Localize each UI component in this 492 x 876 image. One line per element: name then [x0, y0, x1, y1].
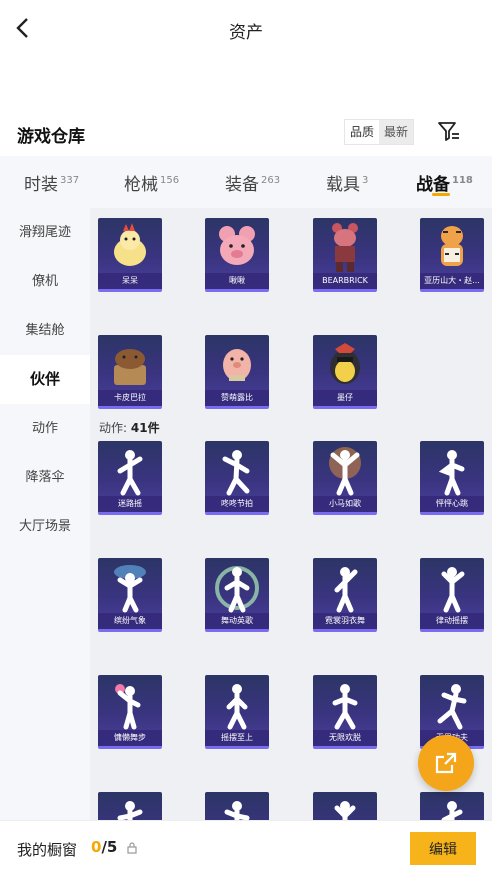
pig-icon — [219, 226, 255, 265]
emote-card[interactable] — [313, 792, 377, 820]
filter-icon — [438, 122, 459, 141]
item-grid: 呆呆 啾啾 BEARBRICK 亚历山大・赵... 卡皮巴拉 赞萌露比 墨仔 动… — [90, 208, 492, 820]
external-link-icon — [435, 752, 457, 774]
partner-card[interactable]: 亚历山大・赵... — [420, 218, 484, 292]
section-header: 游戏仓库 — [0, 112, 492, 152]
partner-card[interactable]: 啾啾 — [205, 218, 269, 292]
emote-card[interactable]: 咚咚节拍 — [205, 441, 269, 515]
emote-card[interactable]: 缤纷气象 — [98, 558, 162, 632]
page-title: 资产 — [229, 23, 263, 43]
showcase-label: 我的橱窗 — [17, 841, 78, 859]
partner-card[interactable]: 卡皮巴拉 — [98, 335, 162, 409]
sidebar-item-parachute[interactable]: 降落伞 — [0, 453, 90, 502]
dancer-icon — [117, 450, 143, 496]
share-button[interactable] — [418, 735, 474, 791]
tab-guns[interactable]: 枪械 156 — [124, 170, 179, 195]
emote-card[interactable]: 律动摇摆 — [420, 558, 484, 632]
sidebar-item-emote[interactable]: 动作 — [0, 404, 90, 453]
dancer-icon — [438, 450, 465, 496]
filter-button[interactable] — [436, 119, 462, 145]
dancer-icon — [441, 801, 463, 820]
emote-group-label: 动作: 41件 — [99, 421, 160, 435]
showcase-count: 0/5 — [91, 838, 118, 856]
dancer-icon — [226, 684, 248, 730]
emote-card[interactable] — [98, 792, 162, 820]
dancer-kick-icon — [437, 684, 467, 730]
edit-button[interactable]: 编辑 — [410, 832, 476, 865]
dancer-sparkle-icon — [329, 447, 361, 496]
partner-card[interactable]: 赞萌露比 — [205, 335, 269, 409]
top-bar: 资产 — [0, 0, 492, 58]
sidebar-item-wingman[interactable]: 僚机 — [0, 257, 90, 306]
dancer-icon — [441, 567, 465, 613]
emote-card[interactable]: 小马如歌 — [313, 441, 377, 515]
bear-figure-icon — [332, 223, 358, 272]
partner-card[interactable]: BEARBRICK — [313, 218, 377, 292]
dancer-flower-icon — [115, 684, 141, 730]
emote-card[interactable]: 摇摆至上 — [205, 675, 269, 749]
tab-equipment[interactable]: 装备 263 — [225, 170, 280, 195]
emote-card[interactable]: 舞动英歌 — [205, 558, 269, 632]
tiger-icon — [441, 226, 463, 266]
category-tabs: 时装 337 枪械 156 装备 263 载具 3 战备 118 — [0, 156, 492, 208]
dancer-icon — [332, 684, 358, 730]
active-tab-indicator — [432, 193, 450, 196]
piglet-icon — [223, 349, 251, 381]
dancer-ribbon-icon — [215, 566, 259, 613]
dancer-cloud-icon — [114, 565, 146, 613]
partner-card[interactable]: 墨仔 — [313, 335, 377, 409]
capybara-icon — [114, 349, 146, 385]
chick-icon — [114, 223, 146, 266]
emote-card[interactable]: 无限欢脱 — [313, 675, 377, 749]
partner-card[interactable]: 呆呆 — [98, 218, 162, 292]
dancer-icon — [222, 450, 250, 496]
emote-card[interactable] — [205, 792, 269, 820]
emote-card[interactable]: 迷路摇 — [98, 441, 162, 515]
section-title: 游戏仓库 — [17, 127, 85, 147]
sort-quality[interactable]: 品质 — [345, 120, 380, 144]
emote-card[interactable] — [420, 792, 484, 820]
sidebar-item-drop-pod[interactable]: 集结舱 — [0, 306, 90, 355]
showcase-bar: 我的橱窗 0/5 编辑 — [0, 820, 492, 876]
sort-toggle: 品质 最新 — [344, 119, 415, 145]
dancer-icon — [334, 801, 356, 820]
tab-fashion[interactable]: 时装 337 — [24, 170, 79, 195]
sidebar-item-glide-trail[interactable]: 滑翔尾迹 — [0, 208, 90, 257]
sort-newest[interactable]: 最新 — [379, 120, 414, 144]
tab-vehicles[interactable]: 载具 3 — [326, 170, 368, 195]
penguin-icon — [330, 343, 360, 384]
dancer-icon — [117, 801, 143, 820]
sidebar: 滑翔尾迹 僚机 集结舱 伙伴 动作 降落伞 大厅场景 — [0, 208, 90, 820]
emote-card[interactable]: 霓裳羽衣舞 — [313, 558, 377, 632]
emote-card[interactable]: 慵懒舞步 — [98, 675, 162, 749]
dancer-icon — [334, 567, 358, 613]
emote-card[interactable]: 怦怦心跳 — [420, 441, 484, 515]
dancer-icon — [224, 801, 250, 820]
sidebar-item-lobby-scene[interactable]: 大厅场景 — [0, 502, 90, 551]
sidebar-item-partner[interactable]: 伙伴 — [0, 355, 90, 404]
lock-icon — [127, 842, 137, 854]
tab-readiness[interactable]: 战备 118 — [416, 170, 473, 195]
